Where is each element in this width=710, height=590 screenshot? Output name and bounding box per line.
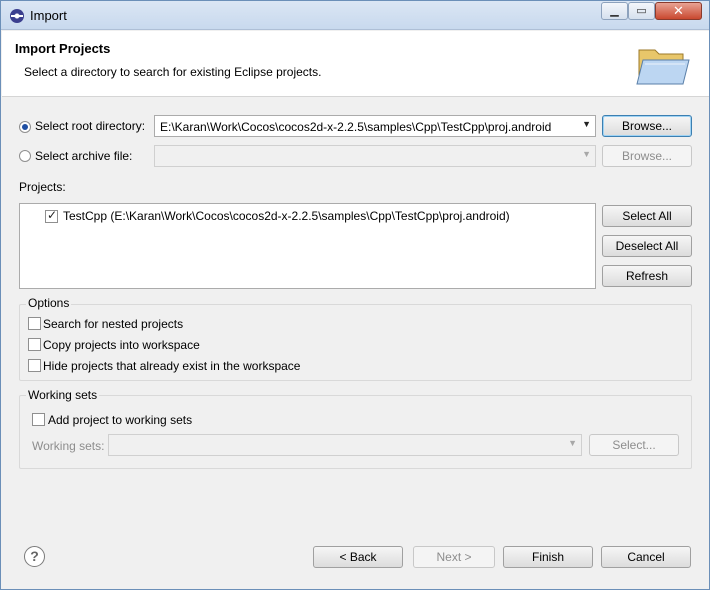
working-sets-select-button[interactable]: Select... — [589, 434, 679, 456]
archive-file-label: Select archive file: — [35, 149, 133, 163]
working-sets-combo[interactable]: ▼ — [108, 434, 582, 456]
deselect-all-button[interactable]: Deselect All — [602, 235, 692, 257]
maximize-button[interactable]: ▭ — [628, 2, 655, 20]
hide-existing-checkbox[interactable] — [28, 359, 41, 372]
archive-browse-button[interactable]: Browse... — [602, 145, 692, 167]
import-dialog: Import ▁ ▭ ✕ Import Projects Select a di… — [0, 0, 710, 590]
help-icon[interactable]: ? — [24, 546, 45, 567]
title-bar[interactable]: Import ▁ ▭ ✕ — [1, 1, 709, 30]
working-sets-group — [19, 395, 692, 469]
copy-projects-label: Copy projects into workspace — [43, 338, 200, 352]
root-directory-value: E:\Karan\Work\Cocos\cocos2d-x-2.2.5\samp… — [160, 120, 552, 134]
page-description: Select a directory to search for existin… — [24, 65, 322, 79]
next-button[interactable]: Next > — [413, 546, 495, 568]
working-sets-label: Working sets: — [32, 439, 105, 453]
chevron-down-icon: ▼ — [582, 149, 591, 159]
options-title: Options — [26, 296, 72, 310]
project-label: TestCpp (E:\Karan\Work\Cocos\cocos2d-x-2… — [63, 209, 510, 223]
refresh-button[interactable]: Refresh — [602, 265, 692, 287]
projects-list[interactable]: TestCpp (E:\Karan\Work\Cocos\cocos2d-x-2… — [19, 203, 596, 289]
search-nested-checkbox[interactable] — [28, 317, 41, 330]
finish-button[interactable]: Finish — [503, 546, 593, 568]
root-browse-button[interactable]: Browse... — [602, 115, 692, 137]
hide-existing-label: Hide projects that already exist in the … — [43, 359, 301, 373]
root-directory-combo[interactable]: E:\Karan\Work\Cocos\cocos2d-x-2.2.5\samp… — [154, 115, 596, 137]
list-item[interactable]: TestCpp (E:\Karan\Work\Cocos\cocos2d-x-2… — [20, 207, 595, 225]
root-directory-radio[interactable] — [19, 121, 31, 133]
minimize-button[interactable]: ▁ — [601, 2, 628, 20]
open-folder-icon — [636, 49, 690, 85]
chevron-down-icon: ▼ — [568, 438, 577, 448]
project-checkbox[interactable] — [45, 208, 58, 223]
archive-file-combo[interactable]: ▼ — [154, 145, 596, 167]
root-directory-label: Select root directory: — [35, 119, 146, 133]
wizard-header: Import Projects Select a directory to se… — [2, 31, 709, 97]
projects-label: Projects: — [19, 180, 66, 194]
close-button[interactable]: ✕ — [655, 2, 702, 20]
back-button[interactable]: < Back — [313, 546, 403, 568]
archive-file-radio[interactable] — [19, 150, 31, 162]
search-nested-label: Search for nested projects — [43, 317, 184, 331]
eclipse-icon — [10, 9, 24, 23]
window-title: Import — [30, 8, 67, 23]
add-to-working-sets-label: Add project to working sets — [48, 413, 193, 427]
cancel-button[interactable]: Cancel — [601, 546, 691, 568]
select-all-button[interactable]: Select All — [602, 205, 692, 227]
chevron-down-icon: ▼ — [582, 119, 591, 129]
working-sets-title: Working sets — [26, 388, 100, 402]
copy-projects-checkbox[interactable] — [28, 338, 41, 351]
add-to-working-sets-checkbox[interactable] — [32, 413, 45, 426]
page-title: Import Projects — [15, 41, 111, 56]
